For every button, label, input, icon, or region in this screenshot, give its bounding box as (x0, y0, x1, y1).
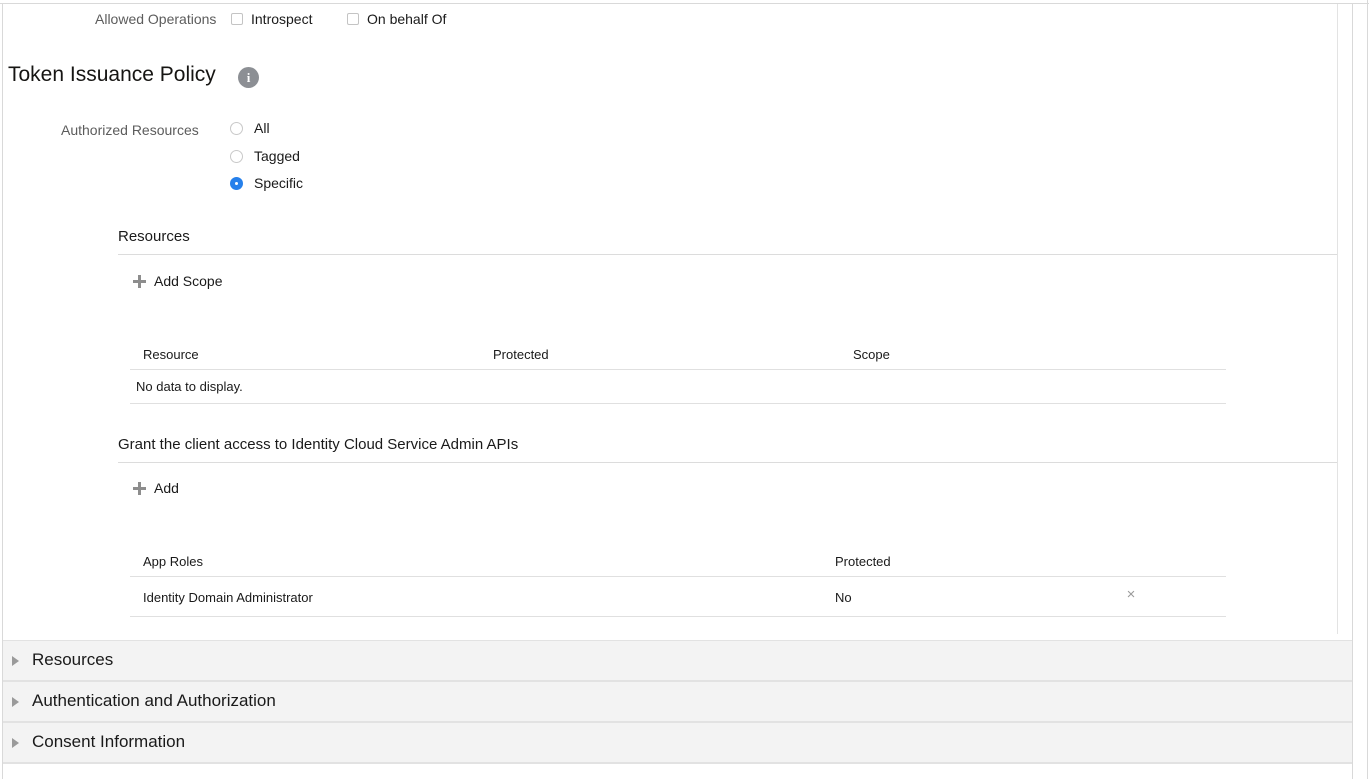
checkbox-on-behalf-of[interactable]: On behalf Of (347, 11, 446, 29)
chevron-right-icon (12, 738, 19, 748)
resources-subheading: Resources (118, 228, 190, 245)
checkbox-introspect-label: Introspect (251, 11, 312, 27)
column-header-protected[interactable]: Protected (493, 347, 549, 362)
frame-border-right (1352, 4, 1353, 779)
add-scope-label: Add Scope (154, 273, 223, 289)
column-header-protected[interactable]: Protected (835, 554, 891, 569)
app-roles-table-bottom-rule (130, 616, 1226, 617)
close-icon[interactable]: × (1122, 586, 1140, 604)
radio-tagged-label: Tagged (254, 148, 300, 164)
radio-all-circle[interactable] (230, 122, 243, 135)
add-app-role-button[interactable]: Add (133, 480, 179, 496)
frame-border-far-right (1367, 0, 1368, 779)
checkbox-on-behalf-of-box[interactable] (347, 13, 359, 25)
resources-table-header-rule (130, 369, 1226, 370)
resources-table: Resource Protected Scope No data to disp… (130, 341, 1226, 371)
radio-all-label: All (254, 120, 270, 136)
radio-tagged-circle[interactable] (230, 150, 243, 163)
accordion-item-consent-information[interactable]: Consent Information (3, 722, 1352, 763)
resources-table-bottom-rule (130, 403, 1226, 404)
authorized-resources-label: Authorized Resources (61, 122, 199, 138)
token-issuance-policy-page: Allowed Operations Introspect On behalf … (0, 0, 1369, 779)
accordion-item-resources-label: Resources (32, 650, 113, 670)
checkbox-introspect[interactable]: Introspect (231, 11, 312, 29)
info-icon[interactable]: i (238, 67, 259, 88)
app-roles-table-header-rule (130, 576, 1226, 577)
allowed-operations-row: Allowed Operations Introspect On behalf … (0, 7, 1369, 31)
column-header-resource[interactable]: Resource (143, 347, 199, 362)
app-roles-table-header: App Roles Protected (130, 548, 1226, 578)
plus-icon (133, 275, 146, 288)
chevron-right-icon (12, 697, 19, 707)
radio-specific-label: Specific (254, 175, 303, 191)
resources-table-empty-message: No data to display. (136, 379, 243, 394)
app-role-name-cell: Identity Domain Administrator (143, 590, 313, 605)
column-header-scope[interactable]: Scope (853, 347, 890, 362)
frame-border-inner-right (1337, 4, 1338, 634)
page-title: Token Issuance Policy (8, 63, 216, 87)
allowed-operations-label: Allowed Operations (95, 11, 216, 27)
resources-subheading-divider (118, 254, 1337, 255)
accordion: Resources Authentication and Authorizati… (3, 640, 1352, 763)
radio-specific-circle[interactable] (230, 177, 243, 190)
chevron-right-icon (12, 656, 19, 666)
accordion-item-consent-information-label: Consent Information (32, 732, 185, 752)
radio-authorized-resources-all[interactable]: All (230, 120, 270, 138)
column-header-app-roles[interactable]: App Roles (143, 554, 203, 569)
radio-authorized-resources-specific[interactable]: Specific (230, 175, 303, 193)
checkbox-on-behalf-of-label: On behalf Of (367, 11, 446, 27)
checkbox-introspect-box[interactable] (231, 13, 243, 25)
top-divider (0, 3, 1369, 4)
accordion-item-authentication-and-authorization-label: Authentication and Authorization (32, 691, 276, 711)
accordion-item-resources[interactable]: Resources (3, 640, 1352, 681)
radio-authorized-resources-tagged[interactable]: Tagged (230, 148, 300, 166)
add-app-role-label: Add (154, 480, 179, 496)
grant-access-subheading: Grant the client access to Identity Clou… (118, 436, 518, 453)
resources-table-header: Resource Protected Scope (130, 341, 1226, 371)
app-roles-table: App Roles Protected Identity Domain Admi… (130, 548, 1226, 578)
plus-icon (133, 482, 146, 495)
add-scope-button[interactable]: Add Scope (133, 273, 223, 289)
page-footer-strip (3, 763, 1352, 777)
app-role-protected-cell: No (835, 590, 852, 605)
accordion-item-authentication-and-authorization[interactable]: Authentication and Authorization (3, 681, 1352, 722)
grant-access-subheading-divider (118, 462, 1337, 463)
